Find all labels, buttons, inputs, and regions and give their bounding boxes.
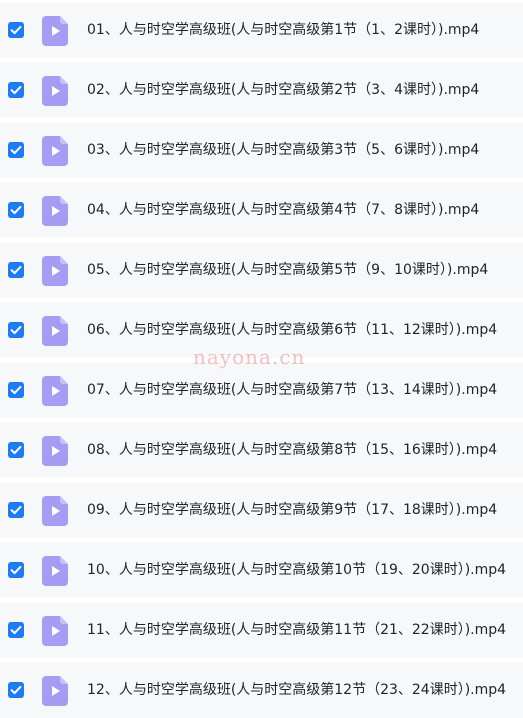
- checkmark-icon: [10, 265, 22, 275]
- file-row[interactable]: 12、人与时空学高级班(人与时空高级第12节（23、24课时）).mp4: [0, 662, 523, 718]
- checkbox[interactable]: [8, 202, 24, 218]
- file-row[interactable]: 01、人与时空学高级班(人与时空高级第1节（1、2课时）).mp4: [0, 2, 523, 58]
- checkmark-icon: [10, 25, 22, 35]
- video-file-icon: [42, 256, 68, 286]
- video-file-icon: [42, 136, 68, 166]
- file-row[interactable]: 08、人与时空学高级班(人与时空高级第8节（15、16课时）).mp4: [0, 422, 523, 478]
- file-row[interactable]: 10、人与时空学高级班(人与时空高级第10节（19、20课时）).mp4: [0, 542, 523, 598]
- file-name[interactable]: 11、人与时空学高级班(人与时空高级第11节（21、22课时）).mp4: [87, 621, 506, 639]
- checkbox[interactable]: [8, 262, 24, 278]
- checkbox[interactable]: [8, 142, 24, 158]
- file-row[interactable]: 09、人与时空学高级班(人与时空高级第9节（17、18课时）).mp4: [0, 482, 523, 538]
- video-file-icon: [42, 16, 68, 46]
- file-name[interactable]: 01、人与时空学高级班(人与时空高级第1节（1、2课时）).mp4: [87, 21, 479, 39]
- file-name[interactable]: 02、人与时空学高级班(人与时空高级第2节（3、4课时）).mp4: [87, 81, 479, 99]
- video-file-icon: [42, 676, 68, 706]
- file-name[interactable]: 08、人与时空学高级班(人与时空高级第8节（15、16课时）).mp4: [87, 441, 497, 459]
- file-name[interactable]: 09、人与时空学高级班(人与时空高级第9节（17、18课时）).mp4: [87, 501, 497, 519]
- file-name[interactable]: 10、人与时空学高级班(人与时空高级第10节（19、20课时）).mp4: [87, 561, 506, 579]
- file-row[interactable]: 03、人与时空学高级班(人与时空高级第3节（5、6课时）).mp4: [0, 122, 523, 178]
- video-file-icon: [42, 556, 68, 586]
- checkmark-icon: [10, 565, 22, 575]
- file-name[interactable]: 07、人与时空学高级班(人与时空高级第7节（13、14课时）).mp4: [87, 381, 497, 399]
- file-name[interactable]: 12、人与时空学高级班(人与时空高级第12节（23、24课时）).mp4: [87, 681, 506, 699]
- checkmark-icon: [10, 205, 22, 215]
- checkmark-icon: [10, 625, 22, 635]
- video-file-icon: [42, 496, 68, 526]
- video-file-icon: [42, 76, 68, 106]
- checkmark-icon: [10, 325, 22, 335]
- checkmark-icon: [10, 85, 22, 95]
- checkbox[interactable]: [8, 82, 24, 98]
- file-row[interactable]: 07、人与时空学高级班(人与时空高级第7节（13、14课时）).mp4: [0, 362, 523, 418]
- video-file-icon: [42, 196, 68, 226]
- video-file-icon: [42, 436, 68, 466]
- checkmark-icon: [10, 685, 22, 695]
- file-list: 01、人与时空学高级班(人与时空高级第1节（1、2课时）).mp4 02、人与时…: [0, 0, 523, 718]
- checkbox[interactable]: [8, 562, 24, 578]
- checkmark-icon: [10, 505, 22, 515]
- file-row[interactable]: 06、人与时空学高级班(人与时空高级第6节（11、12课时）).mp4: [0, 302, 523, 358]
- video-file-icon: [42, 616, 68, 646]
- file-row[interactable]: 02、人与时空学高级班(人与时空高级第2节（3、4课时）).mp4: [0, 62, 523, 118]
- checkbox[interactable]: [8, 22, 24, 38]
- video-file-icon: [42, 316, 68, 346]
- checkmark-icon: [10, 445, 22, 455]
- checkbox[interactable]: [8, 322, 24, 338]
- checkbox[interactable]: [8, 382, 24, 398]
- file-name[interactable]: 03、人与时空学高级班(人与时空高级第3节（5、6课时）).mp4: [87, 141, 479, 159]
- checkbox[interactable]: [8, 502, 24, 518]
- checkmark-icon: [10, 145, 22, 155]
- checkbox[interactable]: [8, 622, 24, 638]
- file-row[interactable]: 04、人与时空学高级班(人与时空高级第4节（7、8课时）).mp4: [0, 182, 523, 238]
- file-row[interactable]: 05、人与时空学高级班(人与时空高级第5节（9、10课时）).mp4: [0, 242, 523, 298]
- file-row[interactable]: 11、人与时空学高级班(人与时空高级第11节（21、22课时）).mp4: [0, 602, 523, 658]
- checkbox[interactable]: [8, 442, 24, 458]
- checkbox[interactable]: [8, 682, 24, 698]
- file-name[interactable]: 04、人与时空学高级班(人与时空高级第4节（7、8课时）).mp4: [87, 201, 479, 219]
- file-name[interactable]: 05、人与时空学高级班(人与时空高级第5节（9、10课时）).mp4: [87, 261, 488, 279]
- checkmark-icon: [10, 385, 22, 395]
- video-file-icon: [42, 376, 68, 406]
- file-name[interactable]: 06、人与时空学高级班(人与时空高级第6节（11、12课时）).mp4: [87, 321, 497, 339]
